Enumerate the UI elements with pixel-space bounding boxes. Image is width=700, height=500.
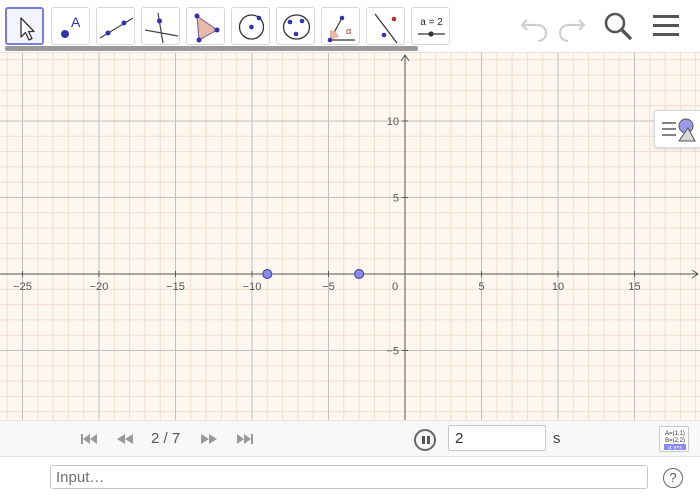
reflect-tool-button[interactable] xyxy=(366,7,405,45)
x-tick-label: −15 xyxy=(166,281,185,293)
algebra-icon-line-3: a: y=x xyxy=(668,445,682,451)
algebra-view-icon: A=(1,1) B=(2,2) a: y=x xyxy=(664,431,686,451)
first-slide-button[interactable] xyxy=(79,431,99,447)
x-tick-label: 0 xyxy=(392,281,398,293)
graph-background xyxy=(0,53,700,420)
geogebra-app: A α a = 2 −25 −20 −15 −10 −5 0 5 10 15 1… xyxy=(0,0,700,500)
next-slide-button[interactable] xyxy=(199,431,219,447)
redo-icon xyxy=(558,19,586,42)
y-tick-label: 5 xyxy=(393,193,399,205)
undo-icon xyxy=(520,19,548,42)
x-tick-label: −5 xyxy=(322,281,335,293)
point[interactable] xyxy=(262,269,273,279)
polygon-tool-button[interactable] xyxy=(186,7,225,45)
slider-tool-label: a = 2 xyxy=(420,17,443,28)
pause-button[interactable] xyxy=(414,429,436,451)
reflect-icon xyxy=(374,13,398,44)
fast-forward-icon xyxy=(201,434,217,444)
undo-button[interactable] xyxy=(518,8,552,42)
x-tick-label: −20 xyxy=(90,281,109,293)
x-tick-label: 5 xyxy=(478,281,484,293)
skip-to-end-icon xyxy=(237,434,253,444)
slide-navigation-bar: 2 / 7 s A=(1,1) B=(2,2) a: y= xyxy=(0,420,700,456)
input-bar: ? xyxy=(0,456,700,500)
angle-icon: α xyxy=(327,15,355,43)
last-slide-button[interactable] xyxy=(235,431,255,447)
slide-page-indicator: 2 / 7 xyxy=(151,430,181,447)
x-tick-label: −25 xyxy=(13,281,32,293)
algebra-icon-line-1: A=(1,1) xyxy=(665,431,685,437)
angle-tool-button[interactable]: α xyxy=(321,7,360,45)
pause-icon-bar-right xyxy=(427,436,430,444)
toolbar-scrollbar[interactable] xyxy=(5,46,418,51)
algebra-icon-line-2: B=(2,2) xyxy=(665,438,685,444)
style-bar-toggle-button[interactable] xyxy=(654,110,700,148)
y-tick-label: 10 xyxy=(387,116,399,128)
point-icon: A xyxy=(61,14,81,38)
toolbar: A α a = 2 xyxy=(0,0,700,53)
perpendicular-line-tool-button[interactable] xyxy=(141,7,180,45)
circle-tool-button[interactable] xyxy=(231,7,270,45)
algebra-input-field[interactable] xyxy=(50,465,648,489)
search-icon xyxy=(604,12,632,40)
x-tick-label: 10 xyxy=(552,281,564,293)
angle-tool-letter: α xyxy=(346,26,351,36)
y-tick-label: −5 xyxy=(386,346,399,358)
line-tool-button[interactable] xyxy=(96,7,135,45)
cursor-arrow-icon xyxy=(20,17,35,41)
coordinate-plane[interactable]: −25 −20 −15 −10 −5 0 5 10 15 10 5 −5 xyxy=(0,53,700,420)
polygon-icon xyxy=(194,13,220,43)
graphics-view[interactable]: −25 −20 −15 −10 −5 0 5 10 15 10 5 −5 xyxy=(0,53,700,420)
duration-unit: s xyxy=(553,430,561,447)
point-tool-letter: A xyxy=(71,14,81,30)
redo-button[interactable] xyxy=(554,8,588,42)
menu-button[interactable] xyxy=(649,8,683,42)
rewind-icon xyxy=(117,434,133,444)
x-tick-label: −10 xyxy=(243,281,262,293)
line-icon xyxy=(99,17,134,39)
algebra-view-toggle[interactable]: A=(1,1) B=(2,2) a: y=x xyxy=(659,426,689,452)
circle-icon xyxy=(238,14,265,40)
conic-tool-button[interactable] xyxy=(276,7,315,45)
menu-icon xyxy=(653,15,679,36)
pause-icon-bar-left xyxy=(422,436,425,444)
duration-input[interactable] xyxy=(448,425,546,451)
point[interactable] xyxy=(354,269,365,279)
style-bar-icon xyxy=(662,118,696,142)
perpendicular-line-icon xyxy=(144,12,179,44)
point-tool-button[interactable]: A xyxy=(51,7,90,45)
conic-icon xyxy=(282,14,311,40)
search-button[interactable] xyxy=(601,8,635,42)
slider-icon: a = 2 xyxy=(418,17,445,37)
move-tool-button[interactable] xyxy=(5,7,44,45)
previous-slide-button[interactable] xyxy=(115,431,135,447)
input-help-button[interactable]: ? xyxy=(663,468,683,488)
skip-to-start-icon xyxy=(81,434,97,444)
slider-tool-button[interactable]: a = 2 xyxy=(411,7,450,45)
x-tick-label: 15 xyxy=(628,281,640,293)
